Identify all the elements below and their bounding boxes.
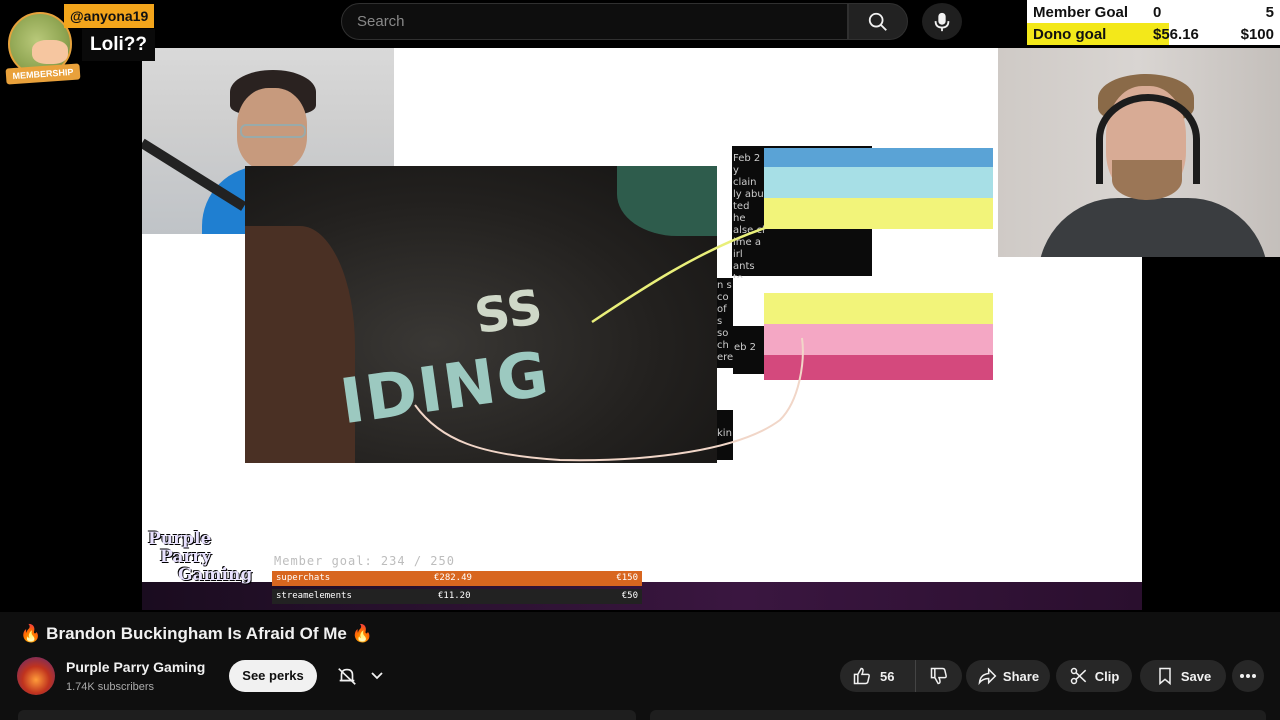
share-button[interactable]: Share xyxy=(966,660,1050,692)
subscriber-count: 1.74K subscribers xyxy=(66,681,155,693)
channel-avatar[interactable] xyxy=(17,657,55,695)
see-perks-button[interactable]: See perks xyxy=(229,660,317,692)
member-goal-label: Member Goal xyxy=(1033,4,1129,21)
notification-bell-button[interactable] xyxy=(328,660,396,692)
dono-goal-target: $100 xyxy=(1240,26,1274,43)
video-title: 🔥 Brandon Buckingham Is Afraid Of Me 🔥 xyxy=(20,624,374,643)
thumbs-down-icon xyxy=(930,667,947,685)
video-player[interactable]: IDING SS Feb 2 y clain ly abu ted he als… xyxy=(0,0,1280,612)
chat-username: @anyona19 xyxy=(64,4,155,28)
thumbs-up-icon xyxy=(853,667,870,685)
bell-off-icon xyxy=(338,668,356,685)
superchats-bar: superchats €282.49 €150 xyxy=(272,571,642,586)
channel-name[interactable]: Purple Parry Gaming xyxy=(66,659,205,675)
voice-search-button[interactable] xyxy=(922,3,962,40)
streamelements-bar: streamelements €11.20 €50 xyxy=(272,589,642,604)
like-count: 56 xyxy=(880,668,895,684)
chat-message: Loli?? xyxy=(82,29,155,61)
search-input[interactable]: Search xyxy=(341,3,848,40)
like-dislike-group: 56 xyxy=(840,660,962,692)
bookmark-icon xyxy=(1159,667,1171,686)
search-icon xyxy=(868,12,887,31)
more-horizontal-icon xyxy=(1240,674,1256,678)
more-actions-button[interactable] xyxy=(1232,660,1264,692)
member-goal-current: 0 xyxy=(1153,4,1162,21)
search-button[interactable] xyxy=(848,3,908,40)
description-box-edge xyxy=(18,710,636,720)
member-goal-target: 5 xyxy=(1265,4,1274,21)
right-webcam xyxy=(998,48,1280,257)
dono-goal-label: Dono goal xyxy=(1033,26,1107,43)
dislike-button[interactable] xyxy=(916,660,962,692)
dono-goal-row: Dono goal $56.16 $100 xyxy=(1027,23,1280,45)
dono-goal-current: $56.16 xyxy=(1153,26,1199,43)
purple-parry-logo: Purple Parry Gaming xyxy=(148,529,253,585)
save-button[interactable]: Save xyxy=(1140,660,1226,692)
chevron-down-icon xyxy=(371,672,383,680)
member-goal-row: Member Goal 0 5 xyxy=(1027,1,1280,23)
scissors-icon xyxy=(1070,667,1086,685)
comments-box-edge xyxy=(650,710,1266,720)
clip-button[interactable]: Clip xyxy=(1056,660,1132,692)
stream-member-goal: Member goal: 234 / 250 xyxy=(274,554,455,568)
fire-icon: 🔥 xyxy=(20,624,42,643)
microphone-icon xyxy=(934,12,950,31)
goal-widget: Member Goal 0 5 Dono goal $56.16 $100 xyxy=(1027,0,1280,45)
fire-icon: 🔥 xyxy=(351,624,374,643)
share-icon xyxy=(978,667,997,686)
like-button[interactable]: 56 xyxy=(840,660,916,692)
